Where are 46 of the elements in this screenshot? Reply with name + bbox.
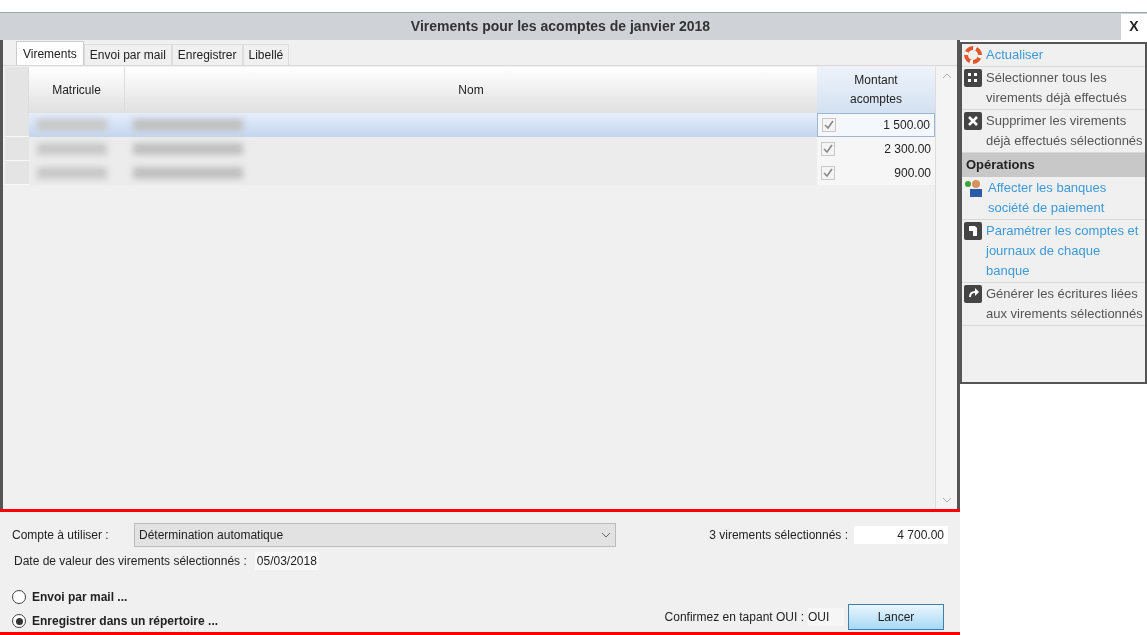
action-item[interactable]: Supprimer les virements déjà effectués sélectionnés <box>986 111 1143 151</box>
row-checkbox[interactable] <box>821 142 835 156</box>
close-button[interactable]: X <box>1121 13 1147 40</box>
field-label: Date de valeur des virements sélectionnés : <box>14 553 247 570</box>
run-button[interactable]: Lancer <box>848 604 944 630</box>
blurred-text <box>37 119 107 131</box>
cross-icon <box>964 112 982 130</box>
tab[interactable]: Enregistrer <box>171 44 243 65</box>
action-item[interactable]: Sélectionner tous les virements déjà effectués <box>986 68 1143 108</box>
person-icon <box>964 178 984 198</box>
scroll-up-icon[interactable] <box>941 73 952 79</box>
row-checkbox[interactable] <box>822 118 836 132</box>
field-label: Compte à utiliser : <box>12 527 110 544</box>
grid-icon <box>964 69 982 87</box>
radio-button[interactable] <box>12 614 26 628</box>
amount-text: 2 300.00 <box>884 141 931 158</box>
action-item[interactable]: Générer les écritures liées aux virements sélectionnés <box>986 284 1143 324</box>
tab[interactable]: Envoi par mail <box>83 44 172 65</box>
table-row[interactable]: 2 300.00 <box>5 137 935 161</box>
section-header: Opérations <box>962 153 1145 177</box>
amount-text: 900.00 <box>894 165 931 182</box>
confirm-label: Confirmez en tapant OUI : <box>664 609 804 626</box>
tab[interactable]: Virements <box>16 41 84 65</box>
date-field[interactable]: 05/03/2018 <box>254 552 319 570</box>
radio-button[interactable] <box>12 590 26 604</box>
lifebuoy-icon <box>964 46 982 64</box>
account-dropdown[interactable]: Détermination automatique <box>134 523 616 547</box>
row-checkbox[interactable] <box>821 166 835 180</box>
table-row[interactable]: 1 500.00 <box>5 113 935 137</box>
amount-text: 1 500.00 <box>883 117 930 134</box>
total-value: 4 700.00 <box>854 526 948 544</box>
radio-option[interactable]: Enregistrer dans un répertoire ... <box>12 612 219 630</box>
blurred-text <box>37 167 107 179</box>
column-header[interactable]: Matricule <box>29 67 125 113</box>
confirm-field[interactable]: OUI <box>808 608 844 626</box>
column-header[interactable]: Nom <box>125 67 817 113</box>
blurred-text <box>37 143 107 155</box>
tab[interactable]: Libellé <box>242 44 290 65</box>
scroll-down-icon[interactable] <box>941 497 952 503</box>
table-row[interactable]: 900.00 <box>5 161 935 185</box>
column-header[interactable]: Montant acomptes <box>817 67 935 113</box>
document-icon <box>964 222 982 240</box>
radio-option[interactable]: Envoi par mail ... <box>12 588 219 606</box>
chevron-down-icon <box>601 532 611 538</box>
window-title: Virements pour les acomptes de janvier 2018 <box>409 17 712 36</box>
count-label: 3 virements sélectionnés : <box>709 527 848 544</box>
